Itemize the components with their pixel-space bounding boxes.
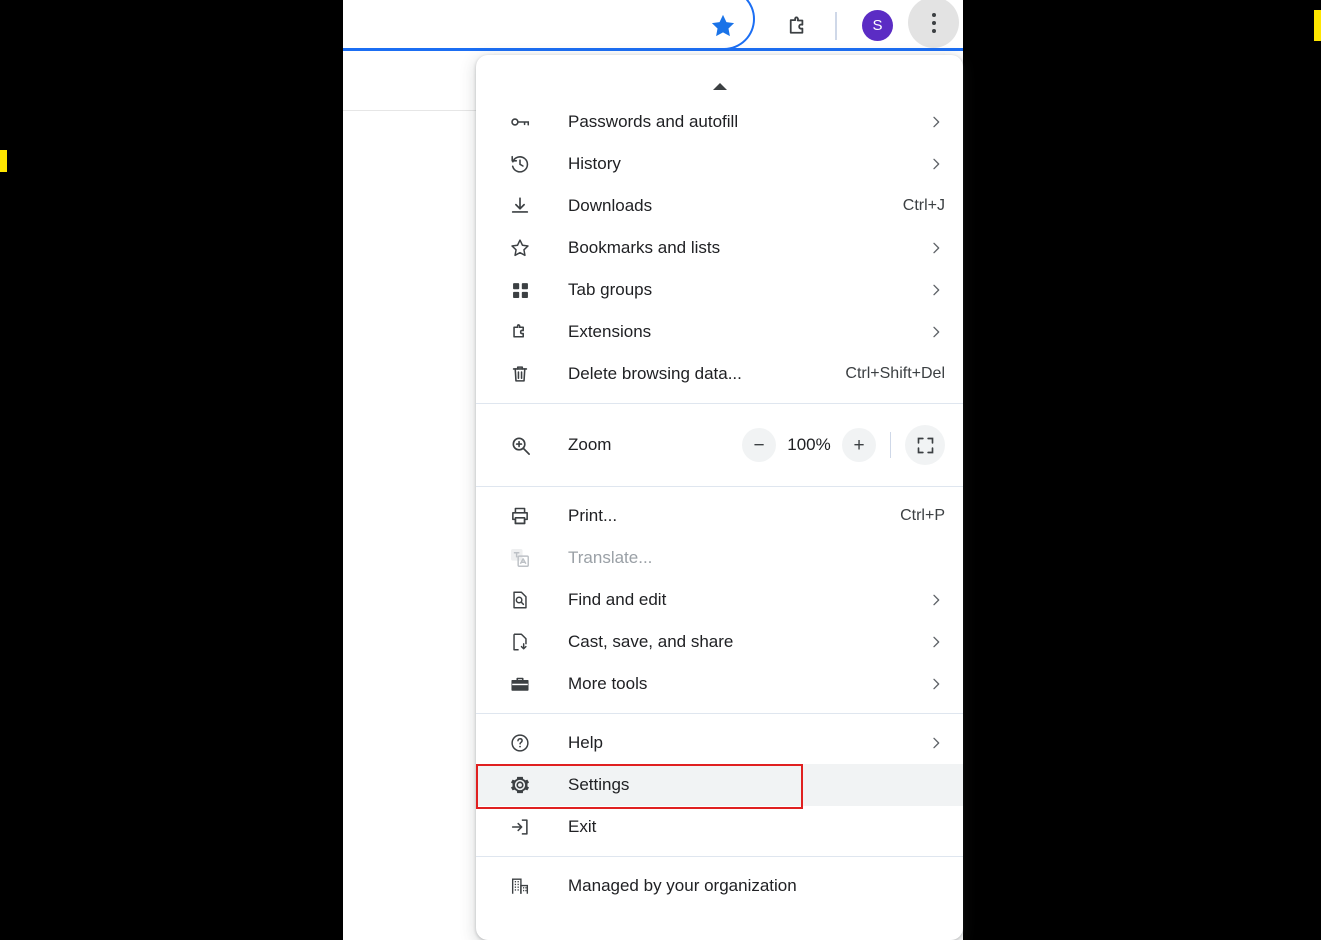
zoom-magnifier-icon	[508, 433, 532, 457]
chrome-menu-button[interactable]	[908, 0, 959, 48]
menu-item-label: Downloads	[568, 196, 653, 215]
menu-item-label: Settings	[568, 775, 630, 794]
menu-item-label: Extensions	[568, 322, 652, 341]
menu-separator	[476, 856, 963, 857]
menu-item-label: Bookmarks and lists	[568, 238, 721, 257]
menu-item-shortcut: Ctrl+Shift+Del	[845, 365, 945, 382]
screen: S Passwords and autofill History Downloads…	[0, 0, 1321, 940]
menu-section-settings: Help Settings Exit	[476, 722, 963, 848]
extensions-icon[interactable]	[779, 8, 815, 44]
key-icon	[508, 110, 532, 134]
puzzle-icon	[508, 320, 532, 344]
help-icon	[508, 731, 532, 755]
trash-icon	[508, 362, 532, 386]
chrome-app-menu: Passwords and autofill History Downloads Ct…	[476, 55, 963, 940]
gear-icon	[508, 773, 532, 797]
menu-item-tab-groups[interactable]: Tab groups	[476, 269, 963, 311]
printer-icon	[508, 504, 532, 528]
menu-item-label: History	[568, 154, 621, 173]
history-icon	[508, 152, 532, 176]
menu-separator	[476, 403, 963, 404]
menu-item-more-tools[interactable]: More tools	[476, 663, 963, 705]
chevron-right-icon	[927, 324, 945, 340]
menu-item-label: More tools	[568, 674, 648, 693]
organization-icon	[508, 874, 532, 898]
toolbar-separator	[835, 12, 837, 40]
menu-item-label: Find and edit	[568, 590, 667, 609]
chevron-right-icon	[927, 676, 945, 692]
star-outline-icon	[508, 236, 532, 260]
menu-item-label: Delete browsing data...	[568, 364, 742, 383]
menu-item-extensions[interactable]: Extensions	[476, 311, 963, 353]
fullscreen-button[interactable]	[905, 425, 945, 465]
menu-item-label: Help	[568, 733, 603, 752]
scroll-up-indicator[interactable]	[476, 83, 963, 90]
menu-item-help[interactable]: Help	[476, 722, 963, 764]
chevron-right-icon	[927, 735, 945, 751]
menu-item-delete-browsing-data[interactable]: Delete browsing data... Ctrl+Shift+Del	[476, 353, 963, 395]
menu-item-cast-save-and-share[interactable]: Cast, save, and share	[476, 621, 963, 663]
menu-item-shortcut: Ctrl+P	[900, 507, 945, 524]
menu-item-shortcut: Ctrl+J	[902, 197, 945, 214]
find-edit-icon	[508, 588, 532, 612]
menu-section-tools: Print... Ctrl+P Translate... Find and edit C…	[476, 495, 963, 705]
chevron-right-icon	[927, 282, 945, 298]
menu-section-managed: Managed by your organization	[476, 865, 963, 907]
menu-item-bookmarks-and-lists[interactable]: Bookmarks and lists	[476, 227, 963, 269]
zoom-out-button[interactable]: −	[742, 428, 776, 462]
menu-item-label: Tab groups	[568, 280, 653, 299]
menu-item-label: Print...	[568, 506, 618, 525]
menu-item-passwords-and-autofill[interactable]: Passwords and autofill	[476, 101, 963, 143]
omnibox-underline	[343, 48, 963, 51]
tab-groups-icon	[508, 278, 532, 302]
menu-separator	[476, 486, 963, 487]
menu-item-translate: Translate...	[476, 537, 963, 579]
toolbox-icon	[508, 672, 532, 696]
menu-item-history[interactable]: History	[476, 143, 963, 185]
zoom-in-button[interactable]: +	[842, 428, 876, 462]
menu-item-zoom: Zoom − 100% +	[476, 412, 963, 478]
right-edge-marker	[1314, 10, 1321, 41]
menu-item-find-and-edit[interactable]: Find and edit	[476, 579, 963, 621]
menu-item-print[interactable]: Print... Ctrl+P	[476, 495, 963, 537]
menu-item-managed-by-your-organization[interactable]: Managed by your organization	[476, 865, 963, 907]
zoom-label: Zoom	[568, 435, 612, 454]
cast-save-icon	[508, 630, 532, 654]
zoom-level-value: 100%	[787, 435, 831, 454]
menu-item-exit[interactable]: Exit	[476, 806, 963, 848]
zoom-divider	[890, 432, 891, 458]
avatar[interactable]: S	[862, 10, 893, 41]
menu-item-downloads[interactable]: Downloads Ctrl+J	[476, 185, 963, 227]
avatar-initial: S	[872, 17, 883, 34]
menu-item-label: Cast, save, and share	[568, 632, 734, 651]
left-edge-marker	[0, 150, 7, 172]
chevron-right-icon	[927, 114, 945, 130]
chevron-right-icon	[927, 592, 945, 608]
zoom-controls: − 100% +	[742, 425, 945, 465]
menu-separator	[476, 713, 963, 714]
bookmark-star-icon[interactable]	[709, 12, 737, 40]
menu-dot	[931, 12, 936, 17]
menu-item-label: Passwords and autofill	[568, 112, 739, 131]
menu-item-settings[interactable]: Settings	[476, 764, 963, 809]
chevron-right-icon	[927, 240, 945, 256]
address-bar[interactable]	[343, 0, 755, 50]
menu-item-label: Exit	[568, 817, 597, 836]
menu-item-label: Translate...	[568, 548, 653, 567]
download-icon	[508, 194, 532, 218]
chevron-right-icon	[927, 156, 945, 172]
menu-dot	[931, 20, 936, 25]
chevron-right-icon	[927, 634, 945, 650]
translate-icon	[508, 546, 532, 570]
menu-section-primary: Passwords and autofill History Downloads Ct…	[476, 101, 963, 395]
exit-icon	[508, 815, 532, 839]
menu-dot	[931, 28, 936, 33]
menu-item-label: Managed by your organization	[568, 876, 797, 895]
chevron-up-icon	[712, 83, 727, 90]
